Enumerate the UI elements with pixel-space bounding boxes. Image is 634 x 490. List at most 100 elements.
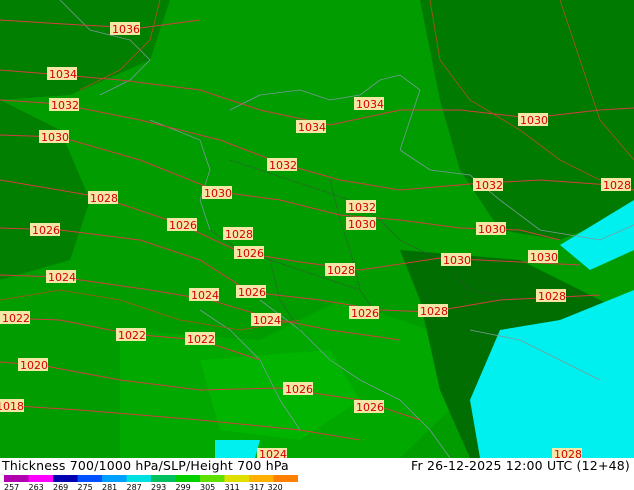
isobar-value: 1022: [2, 312, 30, 325]
colorbar-tick: 257: [4, 483, 19, 490]
isobar-value: 1018: [0, 400, 24, 413]
isobar-label: 1026: [354, 400, 384, 414]
isobar-value: 1034: [356, 98, 384, 111]
isobar-label: 1030: [518, 113, 548, 127]
colorbar-swatch: [28, 475, 53, 482]
thickness-zone-cold-s: [215, 440, 260, 458]
isobar-value: 1030: [443, 254, 471, 267]
isobar-label: 1024: [251, 313, 281, 327]
colorbar-tick: 305: [200, 483, 215, 490]
isobar-label: 1028: [223, 227, 253, 241]
colorbar-swatch: [53, 475, 78, 482]
isobar-label: 1032: [49, 98, 79, 112]
isobar-value: 1028: [538, 290, 566, 303]
isobar-label: 1036: [110, 22, 140, 36]
isobar-label: 1026: [30, 223, 60, 237]
colorbar-swatch: [249, 475, 274, 482]
colorbar-swatch: [102, 475, 127, 482]
isobar-value: 1022: [187, 333, 215, 346]
isobar-label: 1028: [552, 448, 582, 458]
colorbar-swatch: [273, 475, 298, 482]
isobar-value: 1026: [32, 224, 60, 237]
isobar-label: 1024: [46, 270, 76, 284]
isobar-value: 1024: [259, 448, 287, 458]
isobar-value: 1032: [51, 99, 79, 112]
colorbar-tick: 293: [151, 483, 166, 490]
isobar-value: 1034: [49, 68, 77, 81]
weather-map: 1036 1034 1032 1030 1034 1034 1030 1028 …: [0, 0, 634, 458]
isobar-value: 1026: [238, 286, 266, 299]
isobar-label: 1024: [257, 448, 287, 458]
isobar-label: 1028: [418, 304, 448, 318]
isobar-value: 1028: [90, 192, 118, 205]
isobar-label: 1026: [283, 382, 313, 396]
isobar-value: 1030: [520, 114, 548, 127]
isobar-label: 1028: [325, 263, 355, 277]
isobar-value: 1020: [20, 359, 48, 372]
isobar-label: 1028: [601, 178, 631, 192]
isobar-label: 1020: [18, 358, 48, 372]
isobar-label: 1026: [236, 285, 266, 299]
colorbar-tick: 263: [29, 483, 44, 490]
colorbar-swatch: [200, 475, 225, 482]
isobar-value: 1032: [269, 159, 297, 172]
isobar-label: 1022: [0, 311, 30, 325]
isobar-label: 1026: [234, 246, 264, 260]
isobar-value: 1024: [253, 314, 281, 327]
colorbar-swatch: [175, 475, 200, 482]
isobar-value: 1030: [204, 187, 232, 200]
isobar-value: 1034: [298, 121, 326, 134]
isobar-value: 1022: [118, 329, 146, 342]
colorbar-tick: 275: [78, 483, 93, 490]
isobar-label: 1022: [116, 328, 146, 342]
colorbar-tick: 320: [268, 483, 283, 490]
colorbar-swatch: [224, 475, 249, 482]
colorbar-tick: 311: [225, 483, 240, 490]
isobar-value: 1024: [191, 289, 219, 302]
isobar-label: 1030: [476, 222, 506, 236]
colorbar-tick: 287: [127, 483, 142, 490]
isobar-label: 1028: [536, 289, 566, 303]
isobar-label: 1028: [88, 191, 118, 205]
isobar-value: 1026: [356, 401, 384, 414]
isobar-label: 1030: [202, 186, 232, 200]
isobar-label: 1034: [296, 120, 326, 134]
isobar-value: 1028: [327, 264, 355, 277]
isobar-label: 1030: [441, 253, 471, 267]
colorbar: 257 263 269 275 281 287 293 299 305 311 317 320: [4, 475, 298, 490]
isobar-label: 1030: [39, 130, 69, 144]
isobar-value: 1026: [285, 383, 313, 396]
colorbar-swatch: [77, 475, 102, 482]
isobar-value: 1032: [475, 179, 503, 192]
isobar-label: 1030: [528, 250, 558, 264]
colorbar-swatch: [4, 475, 29, 482]
valid-time: Fr 26-12-2025 12:00 UTC (12+48): [411, 458, 630, 473]
isobar-label: 1034: [47, 67, 77, 81]
map-title: Thickness 700/1000 hPa/SLP/Height 700 hP…: [2, 458, 289, 473]
isobar-label: 1032: [267, 158, 297, 172]
colorbar-tick: 281: [102, 483, 117, 490]
isobar-value: 1030: [478, 223, 506, 236]
isobar-value: 1028: [554, 448, 582, 458]
colorbar-swatch: [151, 475, 176, 482]
isobar-value: 1028: [225, 228, 253, 241]
isobar-label: 1030: [346, 217, 376, 231]
colorbar-tick: 299: [176, 483, 191, 490]
isobar-label: 1026: [349, 306, 379, 320]
colorbar-tick: 269: [53, 483, 68, 490]
isobar-value: 1026: [236, 247, 264, 260]
isobar-label: 1024: [189, 288, 219, 302]
isobar-label: 1018: [0, 399, 24, 413]
isobar-label: 1032: [473, 178, 503, 192]
map-footer: Thickness 700/1000 hPa/SLP/Height 700 hP…: [0, 458, 634, 490]
isobar-value: 1030: [348, 218, 376, 231]
isobar-value: 1030: [530, 251, 558, 264]
isobar-value: 1036: [112, 23, 140, 36]
isobar-value: 1028: [420, 305, 448, 318]
isobar-value: 1030: [41, 131, 69, 144]
isobar-value: 1026: [169, 219, 197, 232]
isobar-label: 1026: [167, 218, 197, 232]
isobar-value: 1028: [603, 179, 631, 192]
isobar-value: 1032: [348, 201, 376, 214]
isobar-label: 1022: [185, 332, 215, 346]
